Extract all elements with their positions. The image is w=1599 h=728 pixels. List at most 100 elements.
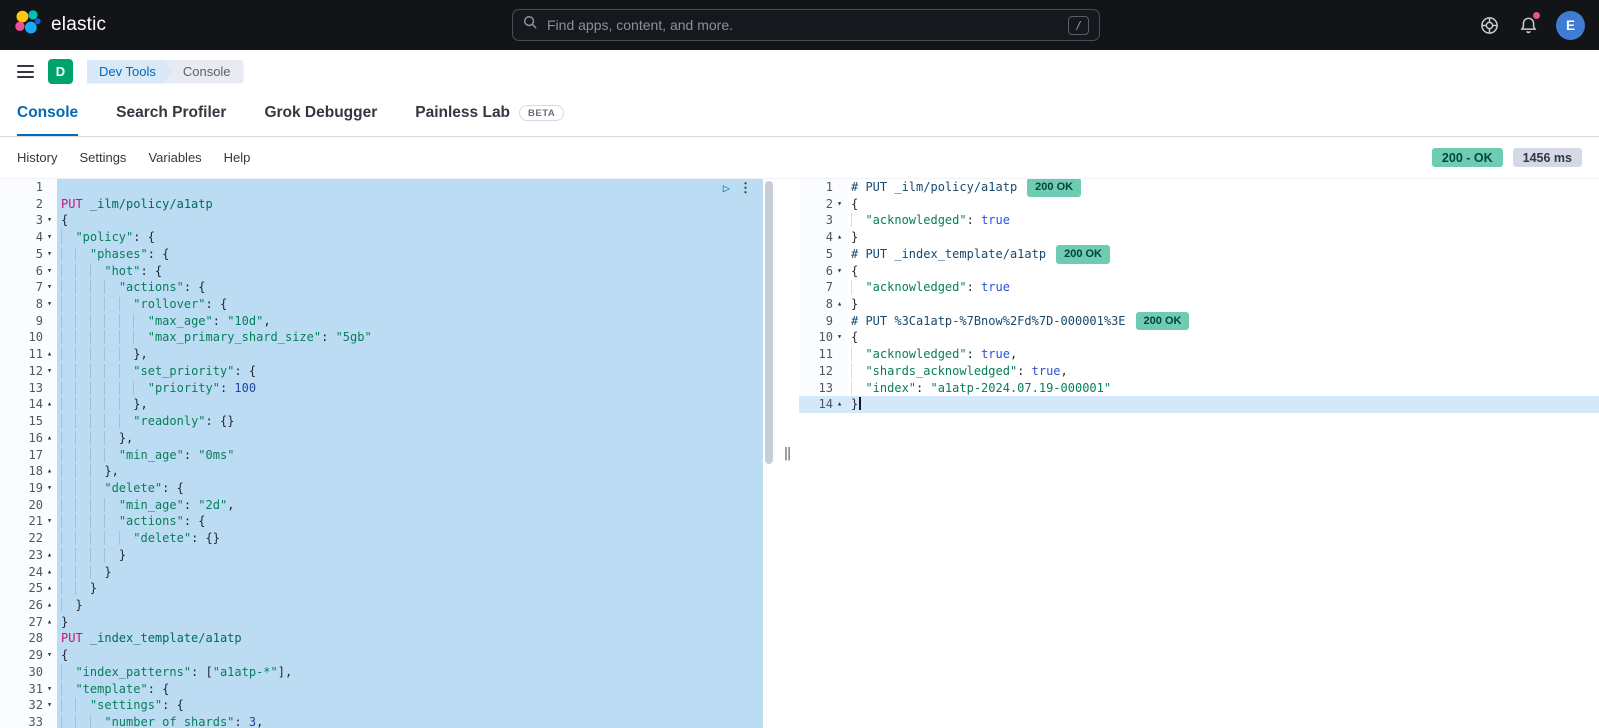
code-line[interactable]: "acknowledged": true — [847, 212, 1599, 229]
code-line[interactable]: # PUT _ilm/policy/a1atp200 OK — [847, 179, 1599, 196]
code-line[interactable]: "max_primary_shard_size": "5gb" — [57, 329, 763, 346]
code-line[interactable] — [57, 179, 763, 196]
fold-toggle-icon[interactable]: ▾ — [43, 246, 56, 263]
tab-painless-lab[interactable]: Painless LabBETA — [415, 93, 564, 136]
code-line[interactable]: "index": "a1atp-2024.07.19-000001" — [847, 380, 1599, 397]
code-line[interactable]: "max_age": "10d", — [57, 313, 763, 330]
tab-grok-debugger[interactable]: Grok Debugger — [264, 93, 377, 136]
gutter-line: 32▾ — [0, 697, 57, 714]
gutter-line: 8▾ — [0, 296, 57, 313]
space-badge[interactable]: D — [48, 59, 73, 84]
user-avatar[interactable]: E — [1556, 11, 1585, 40]
fold-toggle-icon[interactable]: ▾ — [833, 263, 846, 280]
code-line[interactable]: "settings": { — [57, 697, 763, 714]
response-viewer[interactable]: 1# PUT _ilm/policy/a1atp200 OK2▾{3 "ackn… — [799, 179, 1599, 728]
code-line[interactable]: { — [847, 196, 1599, 213]
code-line[interactable]: "hot": { — [57, 263, 763, 280]
fold-toggle-icon[interactable]: ▾ — [43, 279, 56, 296]
global-search-input[interactable]: Find apps, content, and more. / — [512, 9, 1100, 41]
fold-toggle-icon[interactable]: ▴ — [43, 346, 56, 363]
tab-console[interactable]: Console — [17, 93, 78, 136]
code-line[interactable]: "readonly": {} — [57, 413, 763, 430]
fold-toggle-icon[interactable]: ▾ — [43, 229, 56, 246]
code-line[interactable]: "delete": {} — [57, 530, 763, 547]
code-line[interactable]: "shards_acknowledged": true, — [847, 363, 1599, 380]
send-request-icon[interactable]: ▷ — [723, 180, 730, 197]
menu-icon[interactable] — [17, 62, 34, 81]
request-options-icon[interactable]: ⋮ — [739, 180, 752, 197]
fold-toggle-icon[interactable]: ▴ — [43, 597, 56, 614]
code-line[interactable]: "min_age": "2d", — [57, 497, 763, 514]
code-line[interactable]: "rollover": { — [57, 296, 763, 313]
code-line[interactable]: "index_patterns": ["a1atp-*"], — [57, 664, 763, 681]
toolbar-link-help[interactable]: Help — [224, 150, 251, 165]
fold-toggle-icon[interactable]: ▾ — [43, 363, 56, 380]
code-line[interactable]: } — [57, 547, 763, 564]
fold-toggle-icon[interactable]: ▴ — [43, 463, 56, 480]
code-line[interactable]: { — [847, 329, 1599, 346]
fold-toggle-icon[interactable]: ▾ — [43, 697, 56, 714]
fold-toggle-icon[interactable]: ▾ — [43, 681, 56, 698]
toolbar-link-history[interactable]: History — [17, 150, 57, 165]
brand[interactable]: elastic — [14, 9, 204, 41]
pane-resizer[interactable]: ‖ — [776, 179, 799, 728]
code-line[interactable]: } — [57, 580, 763, 597]
code-line[interactable]: # PUT %3Ca1atp-%7Bnow%2Fd%7D-000001%3E20… — [847, 313, 1599, 330]
code-line[interactable]: } — [847, 396, 1599, 413]
code-line[interactable]: } — [57, 614, 763, 631]
code-line[interactable]: { — [57, 647, 763, 664]
fold-toggle-icon[interactable]: ▴ — [43, 396, 56, 413]
code-line[interactable]: } — [57, 597, 763, 614]
code-line[interactable]: "priority": 100 — [57, 380, 763, 397]
code-line[interactable]: { — [57, 212, 763, 229]
code-line[interactable]: }, — [57, 430, 763, 447]
code-line[interactable]: "number_of_shards": 3, — [57, 714, 763, 728]
fold-toggle-icon[interactable]: ▴ — [43, 430, 56, 447]
code-line[interactable]: { — [847, 263, 1599, 280]
code-line[interactable]: } — [57, 564, 763, 581]
code-line[interactable]: }, — [57, 396, 763, 413]
request-editor[interactable]: 12PUT _ilm/policy/a1atp3▾{4▾ "policy": {… — [0, 179, 776, 728]
code-line[interactable]: } — [847, 296, 1599, 313]
code-line[interactable]: "set_priority": { — [57, 363, 763, 380]
fold-toggle-icon[interactable]: ▴ — [833, 396, 846, 413]
gutter-line: 4▾ — [0, 229, 57, 246]
code-line[interactable]: "actions": { — [57, 279, 763, 296]
code-line[interactable]: PUT _index_template/a1atp — [57, 630, 763, 647]
scrollbar-thumb[interactable] — [765, 181, 773, 464]
fold-toggle-icon[interactable]: ▴ — [43, 614, 56, 631]
code-line[interactable]: "delete": { — [57, 480, 763, 497]
code-line[interactable]: "policy": { — [57, 229, 763, 246]
fold-toggle-icon[interactable]: ▾ — [43, 647, 56, 664]
code-line[interactable]: "template": { — [57, 681, 763, 698]
elastic-logo-icon — [14, 9, 41, 41]
fold-toggle-icon[interactable]: ▾ — [43, 296, 56, 313]
fold-toggle-icon[interactable]: ▴ — [43, 564, 56, 581]
fold-toggle-icon[interactable]: ▾ — [43, 513, 56, 530]
tab-search-profiler[interactable]: Search Profiler — [116, 93, 226, 136]
fold-toggle-icon[interactable]: ▾ — [43, 212, 56, 229]
fold-toggle-icon[interactable]: ▴ — [833, 229, 846, 246]
fold-toggle-icon[interactable]: ▾ — [43, 480, 56, 497]
fold-toggle-icon[interactable]: ▴ — [833, 296, 846, 313]
fold-toggle-icon[interactable]: ▾ — [833, 196, 846, 213]
code-line[interactable]: "acknowledged": true — [847, 279, 1599, 296]
fold-toggle-icon[interactable]: ▴ — [43, 547, 56, 564]
code-line[interactable]: PUT _ilm/policy/a1atp — [57, 196, 763, 213]
toolbar-link-variables[interactable]: Variables — [148, 150, 201, 165]
code-line[interactable]: "actions": { — [57, 513, 763, 530]
fold-toggle-icon[interactable]: ▾ — [43, 263, 56, 280]
fold-toggle-icon[interactable]: ▴ — [43, 580, 56, 597]
code-line[interactable]: }, — [57, 346, 763, 363]
help-icon[interactable] — [1478, 14, 1500, 36]
notifications-icon[interactable] — [1517, 14, 1539, 36]
toolbar-link-settings[interactable]: Settings — [79, 150, 126, 165]
code-line[interactable]: "phases": { — [57, 246, 763, 263]
code-line[interactable]: }, — [57, 463, 763, 480]
code-line[interactable]: "acknowledged": true, — [847, 346, 1599, 363]
code-line[interactable]: "min_age": "0ms" — [57, 447, 763, 464]
code-line[interactable]: } — [847, 229, 1599, 246]
breadcrumb-item-dev-tools[interactable]: Dev Tools — [87, 60, 173, 84]
fold-toggle-icon[interactable]: ▾ — [833, 329, 846, 346]
code-line[interactable]: # PUT _index_template/a1atp200 OK — [847, 246, 1599, 263]
